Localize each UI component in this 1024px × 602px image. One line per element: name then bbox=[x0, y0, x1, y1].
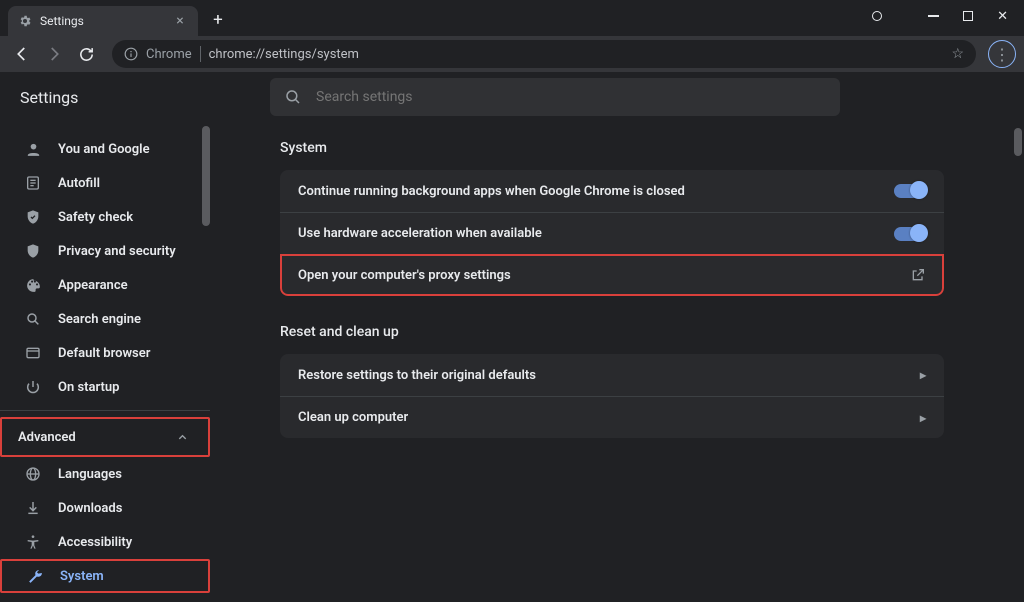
setting-label: Restore settings to their original defau… bbox=[298, 368, 536, 383]
sidebar-item-privacy-and-security[interactable]: Privacy and security bbox=[0, 234, 210, 268]
setting-proxy-settings[interactable]: Open your computer's proxy settings bbox=[280, 254, 944, 296]
setting-background-apps[interactable]: Continue running background apps when Go… bbox=[280, 170, 944, 212]
sidebar-item-downloads[interactable]: Downloads bbox=[0, 491, 210, 525]
window-titlebar: Settings × + ✕ bbox=[0, 0, 1024, 36]
browser-tab[interactable]: Settings × bbox=[8, 6, 198, 36]
sidebar-item-label: System bbox=[60, 569, 104, 584]
sidebar-item-languages[interactable]: Languages bbox=[0, 457, 210, 491]
setting-clean-up-computer[interactable]: Clean up computer ▸ bbox=[280, 396, 944, 438]
section-title-system: System bbox=[280, 140, 944, 156]
sidebar-item-appearance[interactable]: Appearance bbox=[0, 268, 210, 302]
sidebar-item-reset-and-clean-up[interactable]: Reset and clean up bbox=[0, 593, 210, 602]
address-bar[interactable]: Chrome chrome://settings/system ☆ bbox=[112, 40, 976, 68]
sidebar-item-label: Languages bbox=[58, 467, 122, 482]
globe-icon bbox=[24, 465, 42, 483]
url-path: chrome://settings/system bbox=[209, 47, 359, 62]
wrench-icon bbox=[26, 567, 44, 585]
settings-header: Settings bbox=[0, 72, 1024, 122]
sidebar-item-you-and-google[interactable]: You and Google bbox=[0, 132, 210, 166]
back-button[interactable] bbox=[8, 40, 36, 68]
advanced-label: Advanced bbox=[18, 430, 76, 445]
sidebar-item-label: Downloads bbox=[58, 501, 122, 516]
toggle-switch[interactable] bbox=[894, 184, 926, 198]
page-title: Settings bbox=[20, 88, 270, 107]
close-button[interactable]: ✕ bbox=[997, 9, 1008, 24]
sidebar-advanced-toggle[interactable]: Advanced bbox=[0, 417, 210, 457]
search-input[interactable] bbox=[316, 89, 826, 105]
person-icon bbox=[24, 140, 42, 158]
shield-icon bbox=[24, 242, 42, 260]
sidebar-item-label: Search engine bbox=[58, 312, 141, 327]
browser-toolbar: Chrome chrome://settings/system ☆ ⋮ bbox=[0, 36, 1024, 72]
download-icon bbox=[24, 499, 42, 517]
chevron-right-icon: ▸ bbox=[920, 411, 926, 425]
search-icon bbox=[24, 310, 42, 328]
record-icon bbox=[872, 11, 882, 21]
tab-close-icon[interactable]: × bbox=[172, 13, 188, 29]
sidebar-item-label: Safety check bbox=[58, 210, 133, 225]
toggle-switch[interactable] bbox=[894, 227, 926, 241]
url-prefix: Chrome bbox=[146, 47, 192, 62]
sidebar-scrollbar[interactable] bbox=[202, 126, 210, 226]
sidebar-item-label: Accessibility bbox=[58, 535, 132, 550]
bookmark-star-icon[interactable]: ☆ bbox=[951, 46, 964, 62]
section-title-reset: Reset and clean up bbox=[280, 324, 944, 340]
palette-icon bbox=[24, 276, 42, 294]
sidebar-item-label: Appearance bbox=[58, 278, 128, 293]
content-scrollbar[interactable] bbox=[1014, 128, 1022, 156]
sidebar-item-accessibility[interactable]: Accessibility bbox=[0, 525, 210, 559]
new-tab-button[interactable]: + bbox=[204, 6, 232, 34]
sidebar-item-search-engine[interactable]: Search engine bbox=[0, 302, 210, 336]
setting-restore-defaults[interactable]: Restore settings to their original defau… bbox=[280, 354, 944, 396]
settings-search-box[interactable] bbox=[270, 78, 840, 116]
sidebar-item-label: You and Google bbox=[58, 142, 150, 157]
sidebar-item-safety-check[interactable]: Safety check bbox=[0, 200, 210, 234]
setting-label: Use hardware acceleration when available bbox=[298, 226, 542, 241]
shield-check-icon bbox=[24, 208, 42, 226]
sidebar-item-label: Privacy and security bbox=[58, 244, 176, 259]
chevron-right-icon: ▸ bbox=[920, 368, 926, 382]
tab-title: Settings bbox=[40, 14, 164, 28]
settings-sidebar: You and Google Autofill Safety check Pri… bbox=[0, 122, 210, 602]
setting-hardware-acceleration[interactable]: Use hardware acceleration when available bbox=[280, 212, 944, 254]
system-card: Continue running background apps when Go… bbox=[280, 170, 944, 296]
chevron-up-icon bbox=[177, 432, 188, 443]
external-link-icon bbox=[910, 267, 926, 283]
autofill-icon bbox=[24, 174, 42, 192]
window-controls: ✕ bbox=[872, 0, 1024, 32]
forward-button[interactable] bbox=[40, 40, 68, 68]
sidebar-item-label: Default browser bbox=[58, 346, 150, 361]
sidebar-item-autofill[interactable]: Autofill bbox=[0, 166, 210, 200]
sidebar-item-label: On startup bbox=[58, 380, 119, 395]
sidebar-item-label: Autofill bbox=[58, 176, 100, 191]
minimize-button[interactable] bbox=[928, 15, 939, 17]
setting-label: Clean up computer bbox=[298, 410, 408, 425]
power-icon bbox=[24, 378, 42, 396]
setting-label: Open your computer's proxy settings bbox=[298, 268, 511, 283]
url-separator bbox=[200, 46, 201, 62]
maximize-button[interactable] bbox=[963, 11, 973, 21]
settings-content: System Continue running background apps … bbox=[210, 122, 1024, 438]
sidebar-separator bbox=[0, 410, 210, 411]
reload-button[interactable] bbox=[72, 40, 100, 68]
browser-icon bbox=[24, 344, 42, 362]
search-icon bbox=[284, 88, 302, 106]
accessibility-icon bbox=[24, 533, 42, 551]
settings-gear-icon bbox=[18, 14, 32, 28]
sidebar-item-system[interactable]: System bbox=[0, 559, 210, 593]
sidebar-item-default-browser[interactable]: Default browser bbox=[0, 336, 210, 370]
browser-menu-button[interactable]: ⋮ bbox=[988, 40, 1016, 68]
sidebar-item-on-startup[interactable]: On startup bbox=[0, 370, 210, 404]
setting-label: Continue running background apps when Go… bbox=[298, 184, 685, 199]
reset-card: Restore settings to their original defau… bbox=[280, 354, 944, 438]
info-icon bbox=[124, 47, 138, 61]
